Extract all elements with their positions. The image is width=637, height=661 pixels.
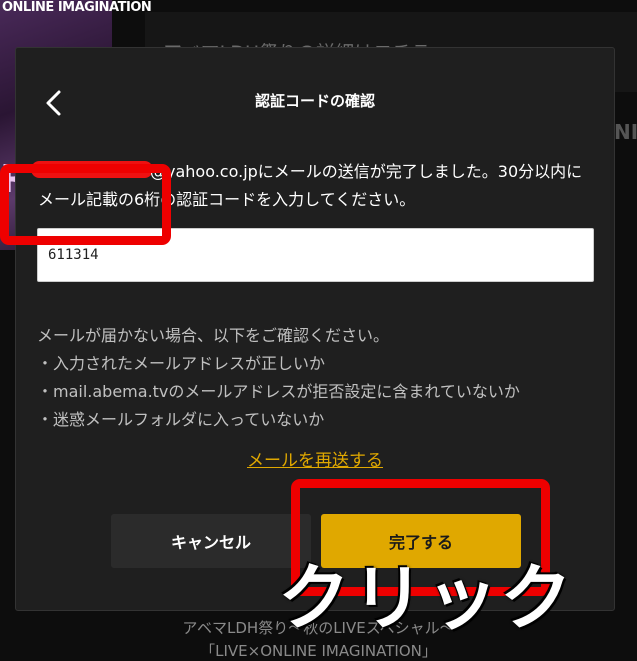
email-domain: @yahoo.co.jp [150,162,258,181]
verification-code-dialog: 認証コードの確認 @yahoo.co.jpにメールの送信が完了しました。30分以… [15,47,615,611]
background-side-text: NI [614,120,637,144]
help-item: ・mail.abema.tvのメールアドレスが拒否設定に含まれていないか [37,382,520,401]
dialog-title: 認証コードの確認 [254,92,375,110]
help-item: ・迷惑メールフォルダに入っていないか [37,410,325,429]
thumbnail-title: ONLINE IMAGINATION [2,0,152,15]
help-heading: メールが届かない場合、以下をご確認ください。 [37,326,390,345]
message-text: にメールの送信が完了しました。30分以内にメール記載の6桁の認証コードを入力して… [38,162,583,209]
sent-message: @yahoo.co.jpにメールの送信が完了しました。30分以内にメール記載の6… [38,158,598,214]
help-item: ・入力されたメールアドレスが正しいか [37,354,326,373]
verification-code-input[interactable] [37,228,594,282]
help-list: メールが届かない場合、以下をご確認ください。 ・入力されたメールアドレスが正しい… [37,322,520,434]
resend-email-link[interactable]: メールを再送する [16,446,614,471]
click-annotation-text: クリック [278,556,575,640]
